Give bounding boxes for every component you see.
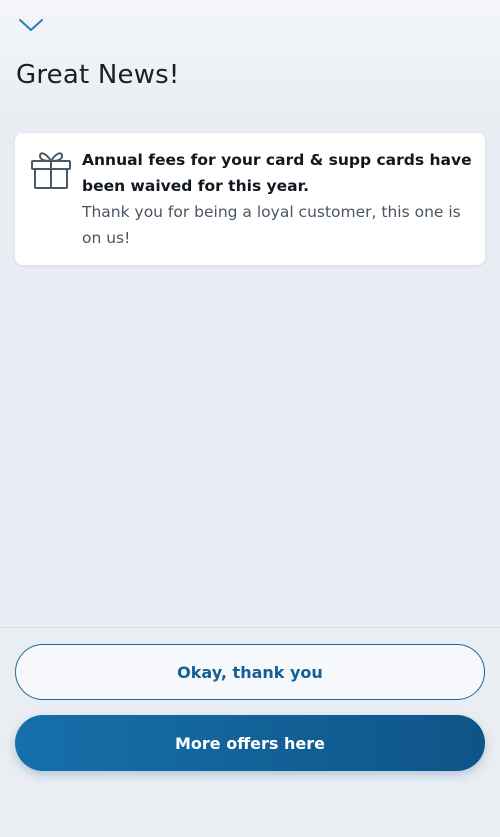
collapse-button[interactable] bbox=[14, 12, 48, 38]
notice-card: Annual fees for your card & supp cards h… bbox=[15, 133, 485, 265]
action-footer: Okay, thank you More offers here bbox=[0, 627, 500, 837]
notice-body: Thank you for being a loyal customer, th… bbox=[82, 203, 461, 247]
more-offers-button[interactable]: More offers here bbox=[15, 715, 485, 771]
page-title: Great News! bbox=[16, 60, 180, 90]
chevron-down-icon[interactable] bbox=[18, 18, 44, 32]
notice-heading: Annual fees for your card & supp cards h… bbox=[82, 151, 472, 195]
okay-thank-you-button[interactable]: Okay, thank you bbox=[15, 644, 485, 700]
gift-icon bbox=[31, 152, 71, 189]
notice-text: Annual fees for your card & supp cards h… bbox=[82, 147, 472, 251]
